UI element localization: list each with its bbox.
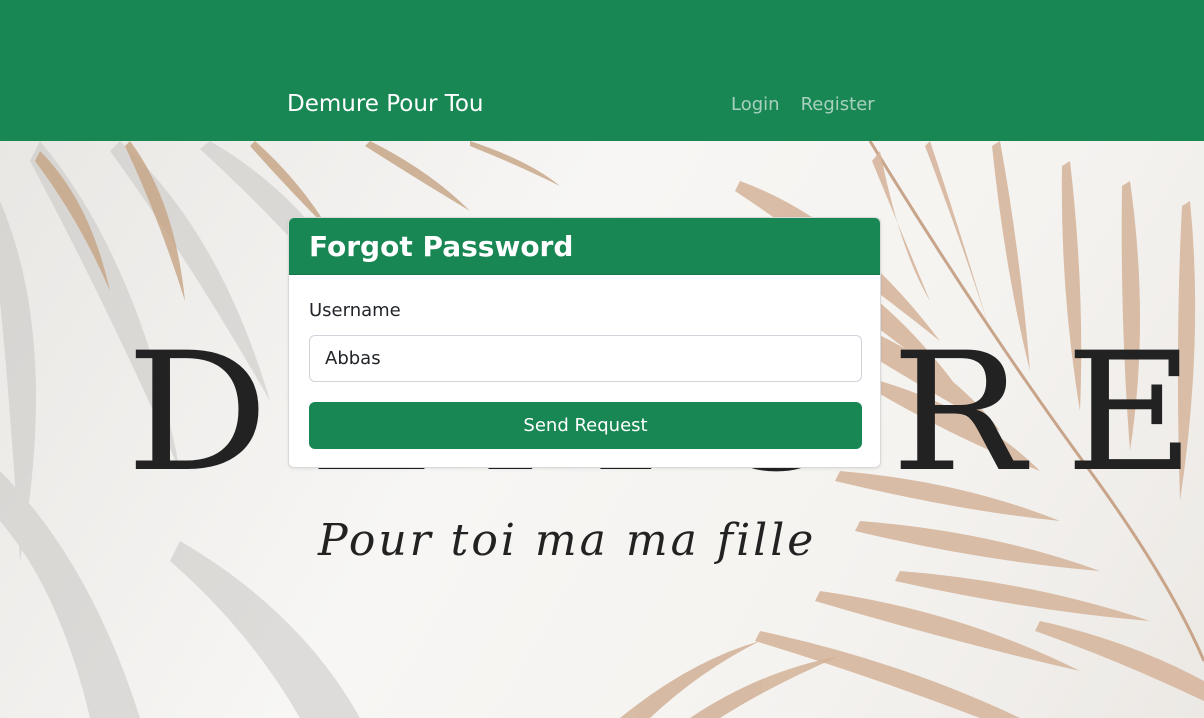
- card-title: Forgot Password: [309, 229, 574, 263]
- username-input[interactable]: [309, 335, 862, 382]
- nav-links: Login Register: [731, 94, 896, 115]
- card-header: Forgot Password: [289, 218, 880, 275]
- username-label: Username: [309, 300, 401, 321]
- register-link[interactable]: Register: [801, 94, 875, 115]
- navbar: Demure Pour Tou Login Register: [0, 0, 1204, 141]
- hero-tagline: Pour toi ma ma fille: [318, 515, 817, 566]
- brand-link[interactable]: Demure Pour Tou: [287, 91, 484, 117]
- login-link[interactable]: Login: [731, 94, 780, 115]
- forgot-password-card: Forgot Password Username Send Request: [288, 217, 881, 468]
- send-request-button[interactable]: Send Request: [309, 402, 862, 449]
